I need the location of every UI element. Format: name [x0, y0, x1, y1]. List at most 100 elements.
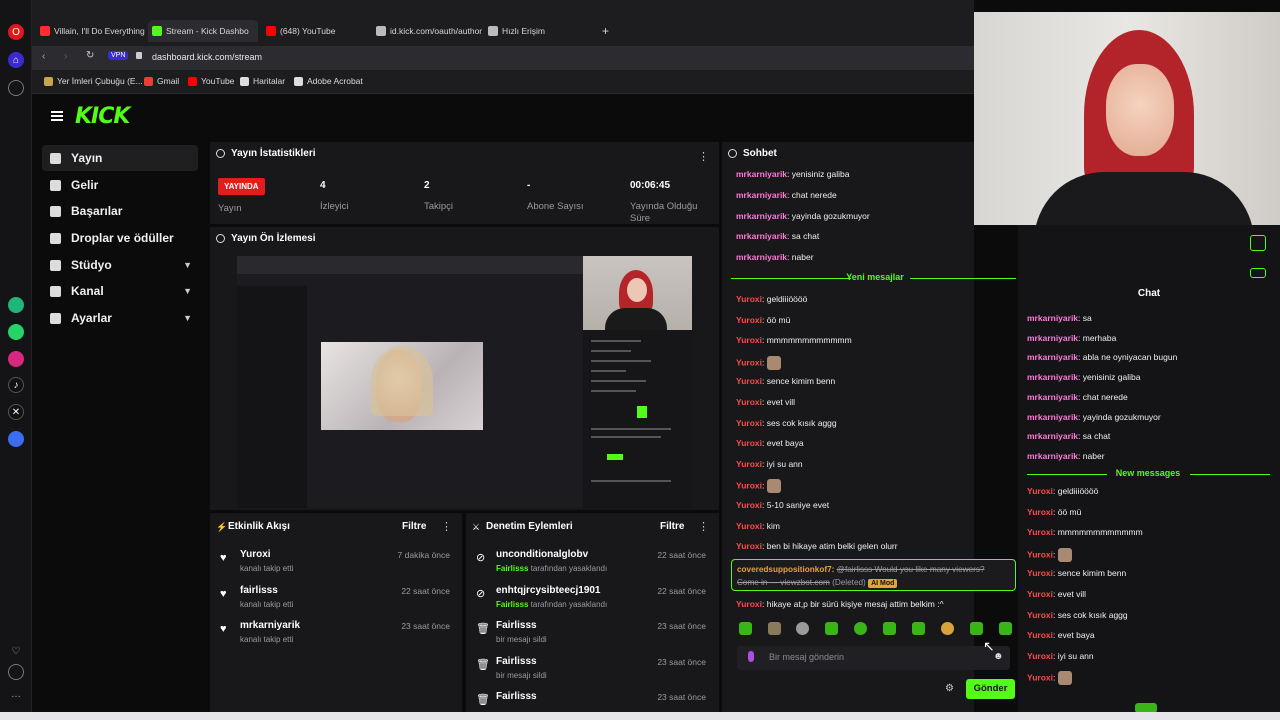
- emote-icon[interactable]: [768, 622, 781, 635]
- chat-username[interactable]: Yuroxi: [1027, 549, 1053, 559]
- opera-logo-icon[interactable]: O: [8, 24, 24, 40]
- emote-icon[interactable]: [796, 622, 809, 635]
- chat-username[interactable]: Yuroxi: [736, 521, 762, 531]
- chat-username[interactable]: mrkarniyarik: [1027, 333, 1078, 343]
- chat-username[interactable]: Yuroxi: [736, 459, 762, 469]
- chat-username[interactable]: Yuroxi: [736, 438, 762, 448]
- emote-icon[interactable]: [854, 622, 867, 635]
- bookmark-acrobat[interactable]: Adobe Acrobat: [294, 76, 363, 86]
- nav-item-revenue[interactable]: Gelir: [42, 172, 198, 198]
- activity-more-icon[interactable]: ⋮: [441, 520, 452, 533]
- send-button[interactable]: Gönder: [966, 679, 1015, 699]
- emote-icon[interactable]: [825, 622, 838, 635]
- vpn-badge[interactable]: VPN: [108, 51, 129, 60]
- chat-username[interactable]: mrkarniyarik: [1027, 352, 1078, 362]
- more-options-icon[interactable]: ⋮: [698, 150, 709, 163]
- chat-username[interactable]: mrkarniyarik: [1027, 392, 1078, 402]
- nav-item-studio[interactable]: Stüdyo ▼: [42, 252, 198, 278]
- pinboard-icon[interactable]: [8, 80, 24, 96]
- chat-username[interactable]: mrkarniyarik: [1027, 313, 1078, 323]
- chat-username[interactable]: Yuroxi: [1027, 507, 1053, 517]
- stream-preview-video[interactable]: [237, 256, 692, 508]
- uptime-label: Yayında Olduğu Süre: [630, 201, 698, 224]
- emote-icon[interactable]: [883, 622, 896, 635]
- tiktok-icon[interactable]: ♪: [8, 377, 24, 393]
- expand-icon[interactable]: [1250, 268, 1266, 278]
- chat-message: Yuroxi: hikaye at,p bir sürü kişiye mesa…: [736, 599, 944, 609]
- history-icon[interactable]: [8, 664, 24, 680]
- tab-villain[interactable]: Villain, I'll Do Everything E: [36, 20, 146, 42]
- more-icon[interactable]: …: [8, 686, 24, 702]
- moderation-filter-button[interactable]: Filtre: [660, 521, 684, 532]
- bookmark-youtube[interactable]: YouTube: [188, 76, 234, 86]
- tab-kick-oauth[interactable]: id.kick.com/oauth/authori: [372, 20, 482, 42]
- chat-username[interactable]: Yuroxi: [1027, 610, 1053, 620]
- chat-username[interactable]: mrkarniyarik: [736, 211, 787, 221]
- chat-username[interactable]: Yuroxi: [736, 500, 762, 510]
- emote-icon[interactable]: [739, 622, 752, 635]
- bookmark-gmail[interactable]: Gmail: [144, 76, 179, 86]
- bookmark-folder[interactable]: Yer İmleri Çubuğu (E...: [44, 76, 143, 86]
- menu-icon[interactable]: [51, 111, 63, 121]
- nav-item-achievements[interactable]: Başarılar: [42, 198, 198, 224]
- chat-username[interactable]: Yuroxi: [736, 541, 762, 551]
- bookmark-maps[interactable]: Haritalar: [240, 76, 285, 86]
- mic-icon[interactable]: [748, 651, 754, 662]
- chat-username[interactable]: Yuroxi: [736, 376, 762, 386]
- chat-username[interactable]: Yuroxi: [736, 481, 762, 491]
- heart-icon[interactable]: ♡: [8, 643, 24, 659]
- emote-icon[interactable]: [941, 622, 954, 635]
- kick-logo[interactable]: KICK: [75, 104, 130, 129]
- emote-icon[interactable]: [912, 622, 925, 635]
- player-icon[interactable]: [8, 431, 24, 447]
- url-text[interactable]: dashboard.kick.com/stream: [152, 52, 262, 62]
- chat-username[interactable]: mrkarniyarik: [1027, 372, 1078, 382]
- chat-username[interactable]: Yuroxi: [736, 357, 762, 367]
- chat-username[interactable]: mrkarniyarik: [1027, 412, 1078, 422]
- chat-username[interactable]: Yuroxi: [1027, 651, 1053, 661]
- emote-icon[interactable]: [970, 622, 983, 635]
- chat-username[interactable]: mrkarniyarik: [736, 231, 787, 241]
- instagram-icon[interactable]: [8, 351, 24, 367]
- new-tab-button[interactable]: +: [598, 20, 616, 42]
- chat-username[interactable]: mrkarniyarik: [736, 252, 787, 262]
- address-bar: ‹ › ↻ VPN dashboard.kick.com/stream: [32, 46, 974, 70]
- tab-youtube[interactable]: (648) YouTube: [262, 20, 370, 42]
- new-messages-label: Yeni mesajlar: [846, 272, 904, 282]
- chat-username[interactable]: Yuroxi: [1027, 568, 1053, 578]
- chat-username[interactable]: Yuroxi: [1027, 486, 1053, 496]
- gear-icon[interactable]: ⚙: [945, 683, 954, 694]
- tab-quick-access[interactable]: Hızlı Erişim: [484, 20, 584, 42]
- tab-kick-dashboard[interactable]: Stream - Kick Dashbo: [148, 20, 258, 42]
- capture-icon[interactable]: [1250, 235, 1266, 251]
- chat-username[interactable]: Yuroxi: [1027, 630, 1053, 640]
- chat-username[interactable]: mrkarniyarik: [736, 169, 787, 179]
- x-icon[interactable]: ✕: [8, 404, 24, 420]
- home-icon[interactable]: ⌂: [8, 52, 24, 68]
- chat-username[interactable]: Yuroxi: [736, 294, 762, 304]
- chat-username[interactable]: Yuroxi: [736, 418, 762, 428]
- chat-username[interactable]: mrkarniyarik: [736, 190, 787, 200]
- nav-item-channel[interactable]: Kanal ▼: [42, 278, 198, 304]
- chat-username[interactable]: mrkarniyarik: [1027, 451, 1078, 461]
- nav-item-stream[interactable]: Yayın: [42, 145, 198, 171]
- chat-username[interactable]: Yuroxi: [1027, 673, 1053, 683]
- chatgpt-icon[interactable]: [8, 297, 24, 313]
- nav-item-settings[interactable]: Ayarlar ▼: [42, 305, 198, 331]
- chat-username[interactable]: Yuroxi: [1027, 589, 1053, 599]
- chat-username[interactable]: Yuroxi: [1027, 527, 1053, 537]
- chat-username[interactable]: Yuroxi: [736, 315, 762, 325]
- reload-icon[interactable]: ↻: [86, 50, 94, 61]
- activity-filter-button[interactable]: Filtre: [402, 521, 426, 532]
- forward-icon[interactable]: ›: [64, 51, 67, 62]
- chat-username[interactable]: Yuroxi: [736, 397, 762, 407]
- back-icon[interactable]: ‹: [42, 51, 45, 62]
- chat-input[interactable]: Bir mesaj gönderin: [737, 646, 1010, 670]
- chat-username[interactable]: Yuroxi: [736, 335, 762, 345]
- nav-item-drops[interactable]: Droplar ve ödüller: [42, 225, 198, 251]
- moderation-more-icon[interactable]: ⋮: [698, 520, 709, 533]
- chat-username[interactable]: mrkarniyarik: [1027, 431, 1078, 441]
- emote-icon[interactable]: [999, 622, 1012, 635]
- whatsapp-icon[interactable]: [8, 324, 24, 340]
- chat-text: yayinda gozukmuyor: [791, 210, 870, 221]
